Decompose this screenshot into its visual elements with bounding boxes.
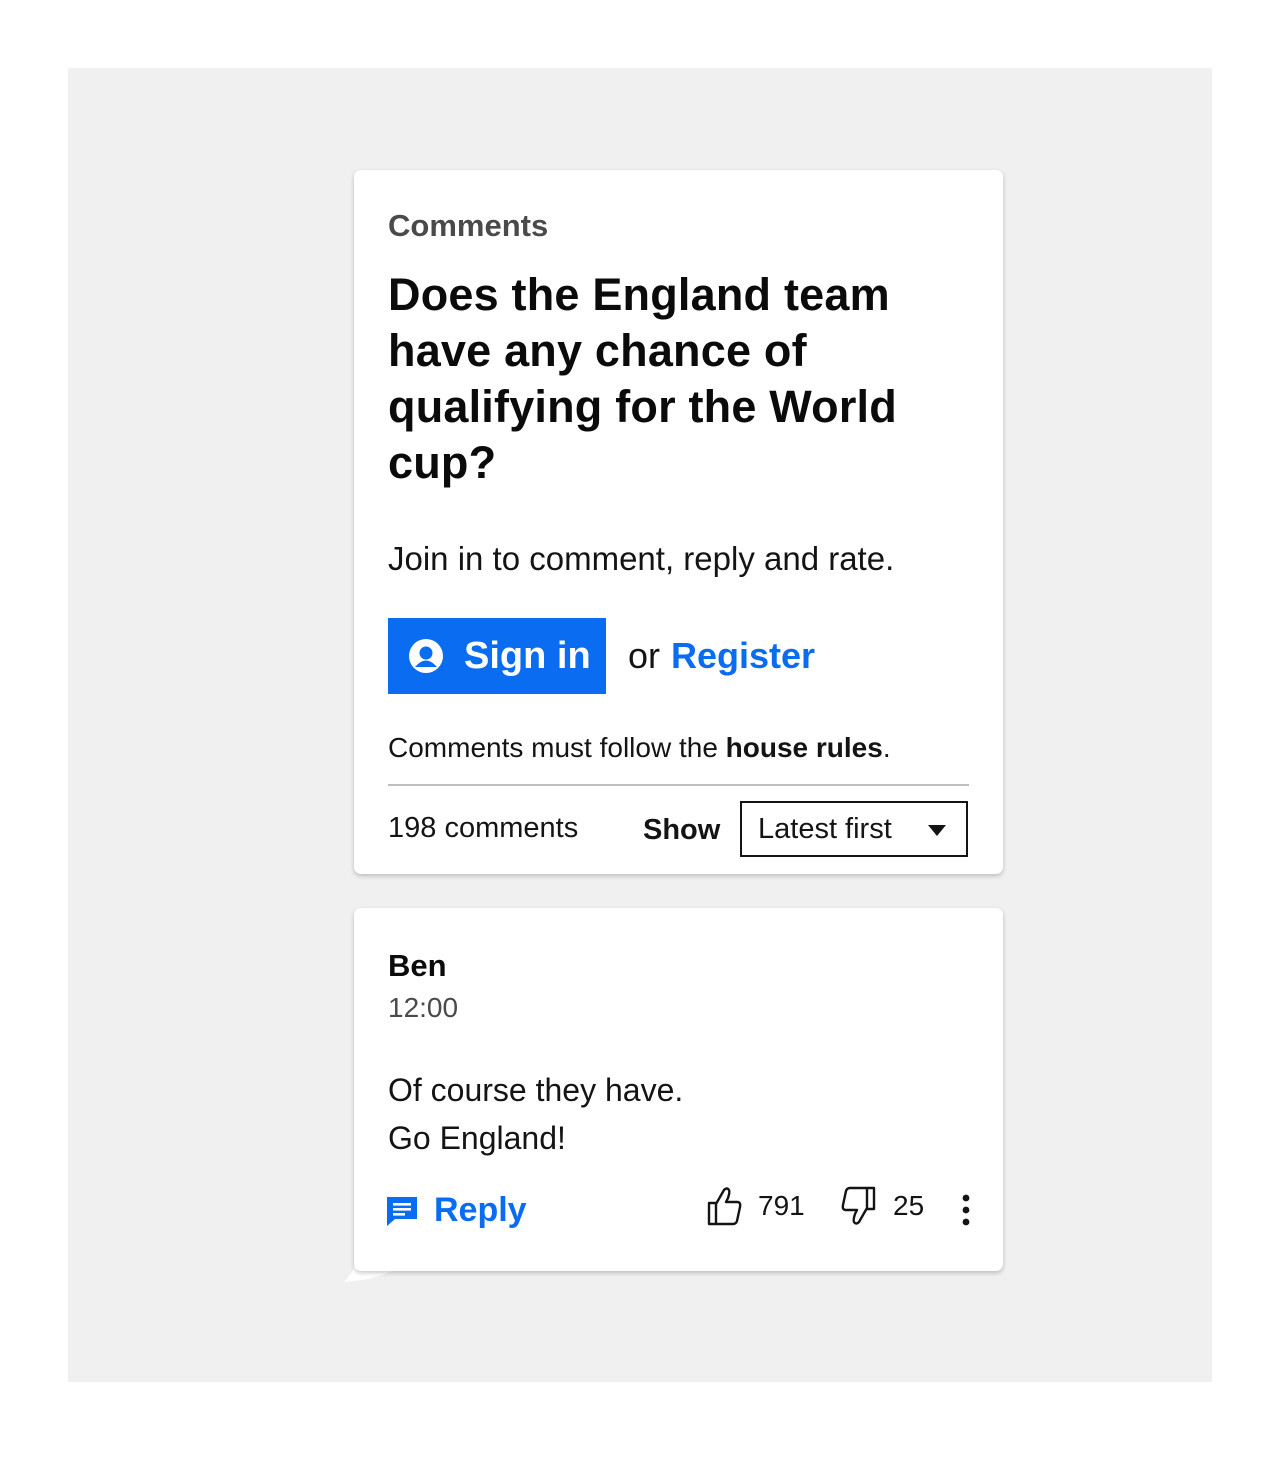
user-icon (408, 638, 444, 674)
reply-button[interactable]: Reply (386, 1191, 527, 1230)
comments-header-card: Comments Does the England team have any … (354, 170, 1003, 874)
sort-select[interactable]: Latest first (740, 801, 968, 857)
sort-selected-value: Latest first (758, 812, 892, 845)
rules-prefix: Comments must follow the (388, 732, 718, 763)
thumbs-up-icon (707, 1187, 742, 1226)
divider (388, 784, 969, 786)
house-rules-notice: Comments must follow the house rules. (388, 732, 891, 764)
dislike-button[interactable]: 25 (841, 1186, 924, 1226)
sign-in-button[interactable]: Sign in (388, 618, 606, 694)
discussion-question: Does the England team have any chance of… (388, 269, 897, 488)
or-text: or (628, 635, 661, 676)
more-vertical-icon[interactable] (956, 1194, 976, 1228)
comment-line: Of course they have. (388, 1072, 684, 1108)
reply-label: Reply (434, 1191, 527, 1229)
thumbs-down-icon (841, 1186, 876, 1225)
comment-body: Of course they have. Go England! (388, 1066, 683, 1162)
comment-timestamp: 12:00 (388, 992, 459, 1023)
join-prompt: Join in to comment, reply and rate. (388, 540, 895, 577)
sign-in-label: Sign in (464, 634, 591, 677)
dislike-count: 25 (893, 1190, 925, 1221)
like-count: 791 (758, 1190, 805, 1221)
house-rules-link[interactable]: house rules (726, 732, 883, 763)
like-button[interactable]: 791 (706, 1186, 805, 1226)
sort-label: Show (643, 814, 721, 846)
comment-card: Ben 12:00 Of course they have. Go Englan… (354, 908, 1003, 1271)
section-eyebrow: Comments (388, 208, 549, 243)
comment-icon (387, 1196, 417, 1226)
register-link[interactable]: Register (671, 635, 815, 677)
comment-count: 198 comments (388, 812, 579, 844)
caret-down-icon (928, 825, 946, 836)
comment-line: Go England! (388, 1120, 566, 1156)
comment-author: Ben (388, 948, 447, 983)
page-background: Comments Does the England team have any … (68, 68, 1212, 1382)
rules-suffix: . (882, 732, 891, 763)
signin-row: Sign in or Register (388, 618, 815, 694)
